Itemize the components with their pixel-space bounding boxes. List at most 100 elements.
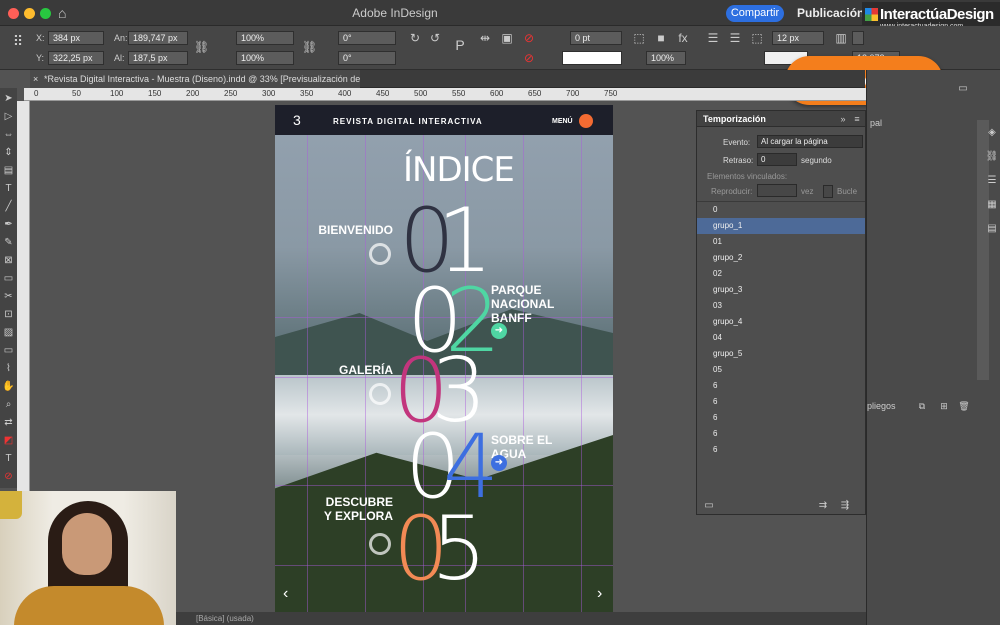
page-tool-icon[interactable]: ⇔ [0, 126, 17, 143]
rotate-cw-icon[interactable]: ↻ [408, 31, 422, 45]
collapse-panel-icon[interactable]: » [837, 112, 849, 126]
hand-tool-icon[interactable]: ✋ [0, 378, 17, 395]
timing-list-item[interactable]: grupo_1 [697, 218, 865, 234]
timing-list-item[interactable]: 6 [697, 410, 865, 426]
align-center-icon[interactable]: ☰ [728, 31, 742, 45]
tab-close-icon[interactable]: × [33, 70, 38, 88]
width-field[interactable]: 189,747 px [128, 31, 188, 45]
effects-icon[interactable]: fx [676, 31, 690, 45]
panel-menu-icon[interactable]: ≡ [851, 112, 863, 126]
pages-panel-icon[interactable]: ▭ [955, 82, 971, 96]
timing-list-item[interactable]: 03 [697, 298, 865, 314]
timing-list-item[interactable]: grupo_3 [697, 282, 865, 298]
stroke-weight-field[interactable]: 0 pt [570, 31, 622, 45]
arrow-02-icon[interactable]: ➜ [491, 323, 507, 339]
rotation-field[interactable]: 0° [338, 31, 396, 45]
timing-list-item[interactable]: 6 [697, 442, 865, 458]
direct-selection-tool-icon[interactable]: ▷ [0, 108, 17, 125]
play-together-icon[interactable]: ⇉ [815, 499, 831, 513]
y-field[interactable]: 322,25 px [48, 51, 104, 65]
delete-page-icon[interactable]: 🗑 [957, 399, 971, 413]
layers-panel-icon[interactable]: ◈ [985, 126, 999, 140]
delay-field[interactable]: 0 [757, 153, 797, 166]
new-master-icon[interactable]: ⧉ [915, 399, 929, 413]
button-01-icon[interactable] [369, 243, 391, 265]
scale-y-field[interactable]: 100% [236, 51, 294, 65]
timing-list-item[interactable]: 02 [697, 266, 865, 282]
timing-list-item[interactable]: 01 [697, 234, 865, 250]
align-left-icon[interactable]: ☰ [706, 31, 720, 45]
timing-list-item[interactable]: 6 [697, 378, 865, 394]
play-count-field[interactable] [757, 184, 797, 197]
stroke-none-icon[interactable]: ⊘ [522, 51, 536, 65]
flip-horizontal-icon[interactable]: ⇹ [478, 31, 492, 45]
apply-none-icon[interactable]: ⊘ [0, 468, 17, 485]
content-collector-icon[interactable]: ▤ [0, 162, 17, 179]
free-transform-tool-icon[interactable]: ⊡ [0, 306, 17, 323]
stroke-type-select[interactable] [562, 51, 622, 65]
timing-list-item[interactable]: 6 [697, 394, 865, 410]
fill-none-icon[interactable]: ⊘ [522, 31, 536, 45]
rotate-ccw-icon[interactable]: ↺ [428, 31, 442, 45]
cc-libraries-icon[interactable]: ▤ [985, 222, 999, 236]
nav-next-icon[interactable]: › [597, 585, 602, 603]
timing-list-item[interactable]: grupo_5 [697, 346, 865, 362]
timing-list-item[interactable]: 04 [697, 330, 865, 346]
loop-checkbox[interactable] [823, 185, 833, 198]
share-button[interactable]: Compartir [726, 5, 784, 22]
note-tool-icon[interactable]: ▭ [0, 342, 17, 359]
button-05-icon[interactable] [369, 533, 391, 555]
menu-button-icon[interactable] [579, 114, 593, 128]
new-page-icon[interactable]: ⊞ [937, 399, 951, 413]
eyedropper-tool-icon[interactable]: ⌇ [0, 360, 17, 377]
auto-fit-icon[interactable]: ⬚ [750, 31, 764, 45]
swap-fill-stroke-icon[interactable]: ⇄ [0, 414, 17, 431]
gap-tool-icon[interactable]: ⇕ [0, 144, 17, 161]
line-tool-icon[interactable]: ╱ [0, 198, 17, 215]
height-field[interactable]: 187,5 px [128, 51, 188, 65]
x-field[interactable]: 384 px [48, 31, 104, 45]
fill-stroke-swatch-icon[interactable]: ◩ [0, 432, 17, 449]
rectangle-tool-icon[interactable]: ▭ [0, 270, 17, 287]
links-panel-icon[interactable]: ⛓ [985, 150, 999, 164]
rectangle-frame-tool-icon[interactable]: ⊠ [0, 252, 17, 269]
scissors-tool-icon[interactable]: ✂ [0, 288, 17, 305]
event-select[interactable]: Al cargar la página [757, 135, 863, 148]
opacity-field[interactable]: 100% [646, 51, 686, 65]
type-tool-icon[interactable]: T [0, 180, 17, 197]
spacing-field[interactable]: 12 px [772, 31, 824, 45]
select-container-icon[interactable]: ▣ [500, 31, 514, 45]
preview-spread-icon[interactable]: ▭ [703, 499, 715, 513]
constrain-proportions-icon[interactable]: ⛓ [194, 40, 209, 54]
document-page[interactable]: 3 REVISTA DIGITAL INTERACTIVA MENÚ ÍNDIC… [275, 105, 613, 613]
nav-prev-icon[interactable]: ‹ [283, 585, 288, 603]
menu-label: MENÚ [552, 118, 573, 125]
master-page-label[interactable]: [Básica] (usada) [196, 614, 254, 623]
timing-list-item[interactable]: 0 [697, 202, 865, 218]
gradient-tool-icon[interactable]: ▨ [0, 324, 17, 341]
zoom-tool-icon[interactable]: ⌕ [0, 396, 17, 413]
shear-field[interactable]: 0° [338, 51, 396, 65]
columns-field[interactable] [852, 31, 864, 45]
pencil-tool-icon[interactable]: ✎ [0, 234, 17, 251]
stroke-panel-icon[interactable]: ☰ [985, 174, 999, 188]
timing-list-item[interactable]: 05 [697, 362, 865, 378]
timing-list-item[interactable]: grupo_4 [697, 314, 865, 330]
swatches-panel-icon[interactable]: ▦ [985, 198, 999, 212]
document-tab[interactable]: × *Revista Digital Interactiva - Muestra… [30, 70, 360, 88]
shadow-icon[interactable]: ■ [654, 31, 668, 45]
timing-list-item[interactable]: 6 [697, 426, 865, 442]
pen-tool-icon[interactable]: ✒ [0, 216, 17, 233]
formatting-text-icon[interactable]: T [0, 450, 17, 467]
timing-list-item[interactable]: grupo_2 [697, 250, 865, 266]
play-separately-icon[interactable]: ⇶ [837, 499, 853, 513]
columns-icon[interactable]: ▥ [834, 31, 848, 45]
scale-x-field[interactable]: 100% [236, 31, 294, 45]
arrow-04-icon[interactable]: ➜ [491, 455, 507, 471]
button-03-icon[interactable] [369, 383, 391, 405]
frame-fitting-icon[interactable]: ⬚ [632, 31, 646, 45]
p-frame-icon[interactable]: P [452, 38, 468, 52]
link-scale-icon[interactable]: ⛓ [302, 40, 317, 54]
reference-point-icon[interactable]: ⠿ [8, 34, 28, 48]
selection-tool-icon[interactable]: ➤ [0, 90, 17, 107]
